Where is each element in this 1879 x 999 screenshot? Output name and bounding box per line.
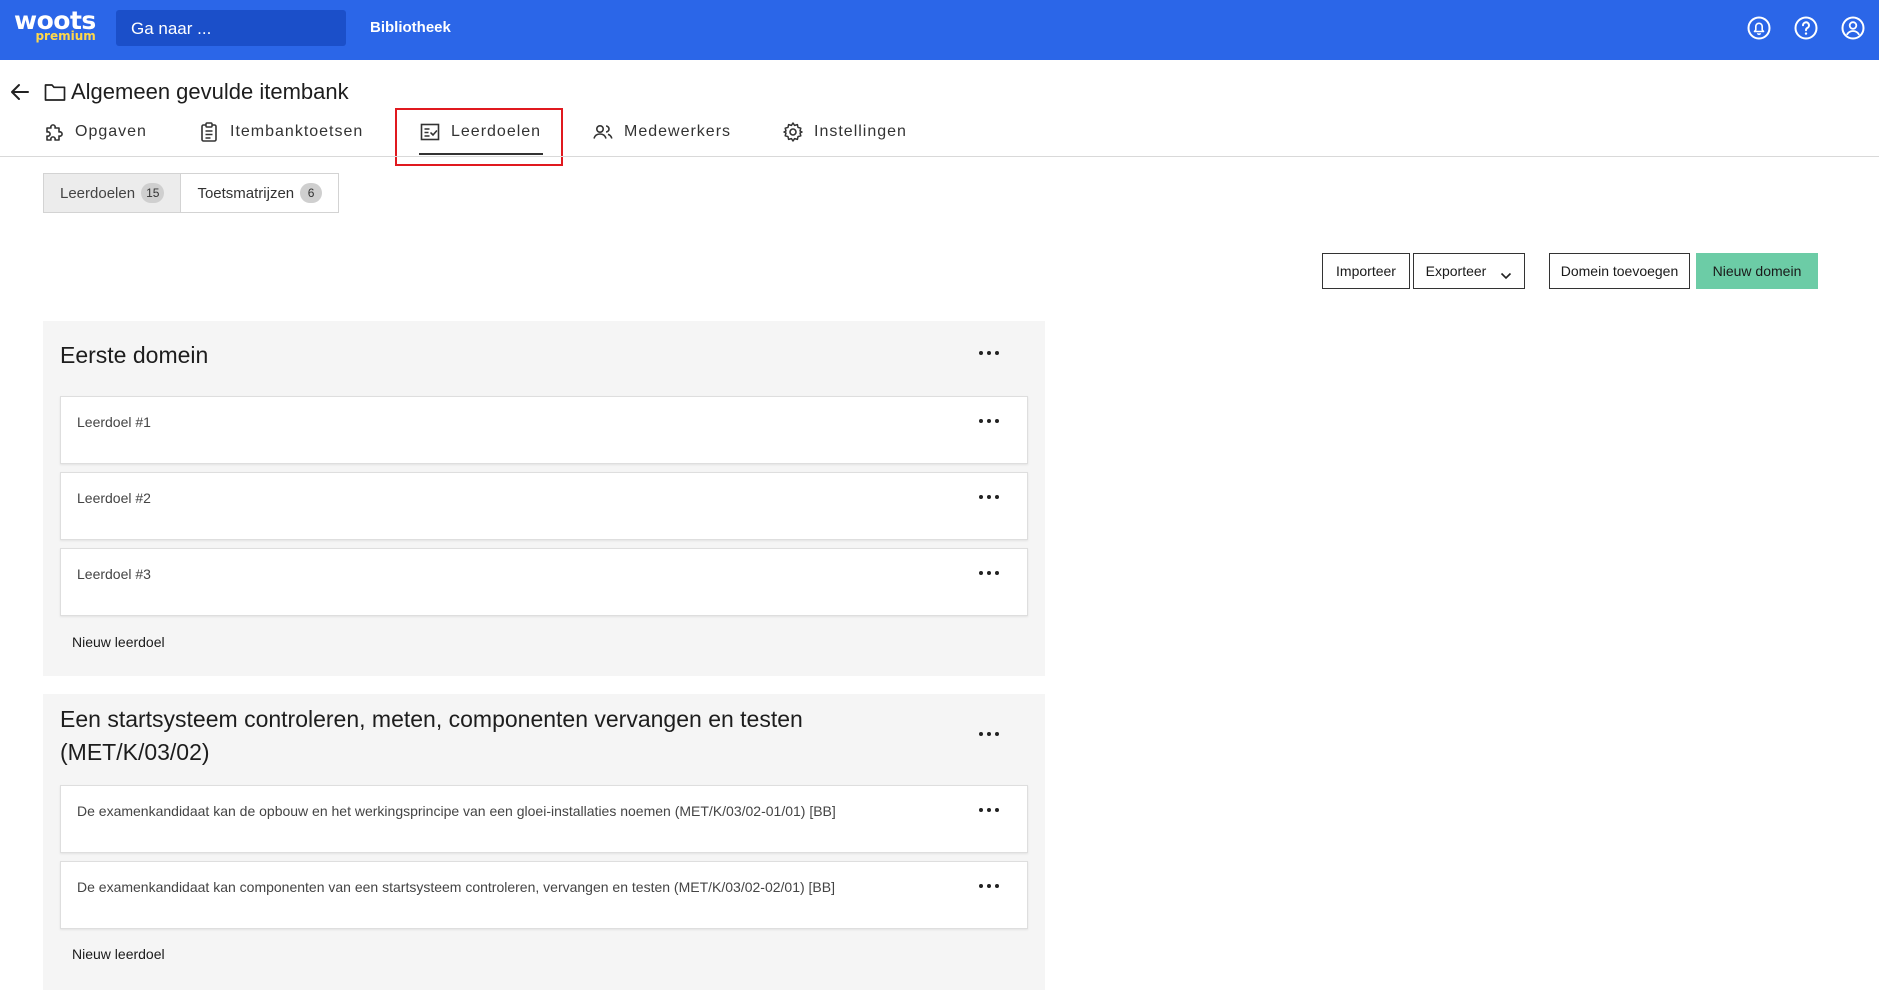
subtab-toetsmatrijzen[interactable]: Toetsmatrijzen 6 <box>181 174 339 212</box>
goal-text: Leerdoel #3 <box>77 566 151 582</box>
domain-title: Een startsysteem controleren, meten, com… <box>60 703 803 769</box>
library-link[interactable]: Bibliotheek <box>370 19 451 36</box>
top-bar: woots premium Ga naar ... Bibliotheek <box>0 0 1879 60</box>
import-label: Importeer <box>1336 263 1396 279</box>
notifications-icon[interactable] <box>1746 15 1772 41</box>
goal-text: Leerdoel #2 <box>77 490 151 506</box>
back-button[interactable] <box>8 80 32 104</box>
woots-logo[interactable]: woots premium <box>14 8 96 42</box>
count-badge: 6 <box>300 183 323 203</box>
list-item[interactable]: Leerdoel #2 <box>60 472 1028 540</box>
gear-icon <box>782 121 804 143</box>
count-badge: 15 <box>141 183 165 203</box>
subtab-label: Toetsmatrijzen <box>197 184 295 202</box>
subtab-label: Leerdoelen <box>60 184 136 202</box>
list-item[interactable]: De examenkandidaat kan de opbouw en het … <box>60 785 1028 853</box>
subtab-leerdoelen[interactable]: Leerdoelen 15 <box>44 174 182 212</box>
folder-icon <box>44 82 66 102</box>
clipboard-icon <box>198 121 220 143</box>
page-title: Algemeen gevulde itembank <box>71 79 349 104</box>
more-options-icon[interactable] <box>979 884 999 890</box>
tab-instellingen[interactable]: Instellingen <box>782 120 907 144</box>
domain-panel: Een startsysteem controleren, meten, com… <box>43 694 1045 990</box>
highlight-box <box>395 108 563 166</box>
tab-label: Opgaven <box>75 123 147 140</box>
list-item[interactable]: De examenkandidaat kan componenten van e… <box>60 861 1028 929</box>
more-options-icon[interactable] <box>979 732 999 738</box>
more-options-icon[interactable] <box>979 808 999 814</box>
tab-label: Medewerkers <box>624 123 732 140</box>
goal-text: Leerdoel #1 <box>77 414 151 430</box>
add-domain-label: Domein toevoegen <box>1560 263 1679 279</box>
goal-text: De examenkandidaat kan de opbouw en het … <box>77 803 836 819</box>
subtabs: Leerdoelen 15 Toetsmatrijzen 6 <box>43 173 340 213</box>
users-icon <box>592 121 614 143</box>
list-item[interactable]: Leerdoel #3 <box>60 548 1028 616</box>
puzzle-icon <box>43 121 65 143</box>
tab-itembanktoetsen[interactable]: Itembanktoetsen <box>198 120 363 144</box>
domain-title: Eerste domein <box>60 342 209 368</box>
nav-divider <box>0 156 1879 157</box>
more-options-icon[interactable] <box>979 495 999 501</box>
import-button[interactable]: Importeer <box>1322 253 1410 289</box>
tab-medewerkers[interactable]: Medewerkers <box>592 120 731 144</box>
tab-label: Itembanktoetsen <box>230 123 364 140</box>
domain-title-line: Een startsysteem controleren, meten, com… <box>60 706 803 732</box>
goal-text: De examenkandidaat kan componenten van e… <box>77 879 835 895</box>
new-goal-button[interactable]: Nieuw leerdoel <box>72 946 165 962</box>
domain-title-line: (MET/K/03/02) <box>60 739 210 765</box>
new-goal-button[interactable]: Nieuw leerdoel <box>72 634 165 650</box>
export-dropdown-button[interactable]: Exporteer <box>1413 253 1525 289</box>
tab-opgaven[interactable]: Opgaven <box>43 120 147 144</box>
new-domain-label: Nieuw domein <box>1712 263 1802 279</box>
chevron-down-icon <box>1500 267 1512 280</box>
list-item[interactable]: Leerdoel #1 <box>60 396 1028 464</box>
more-options-icon[interactable] <box>979 571 999 577</box>
goto-search-input[interactable]: Ga naar ... <box>116 10 346 46</box>
domain-panel: Eerste domein Leerdoel #1 Leerdoel #2 Le… <box>43 321 1045 676</box>
account-icon[interactable] <box>1840 15 1866 41</box>
more-options-icon[interactable] <box>979 351 999 357</box>
add-domain-button[interactable]: Domein toevoegen <box>1549 253 1690 289</box>
more-options-icon[interactable] <box>979 419 999 425</box>
help-icon[interactable] <box>1793 15 1819 41</box>
tab-label: Instellingen <box>814 123 907 140</box>
new-domain-button[interactable]: Nieuw domein <box>1696 253 1818 289</box>
export-label: Exporteer <box>1425 263 1487 279</box>
